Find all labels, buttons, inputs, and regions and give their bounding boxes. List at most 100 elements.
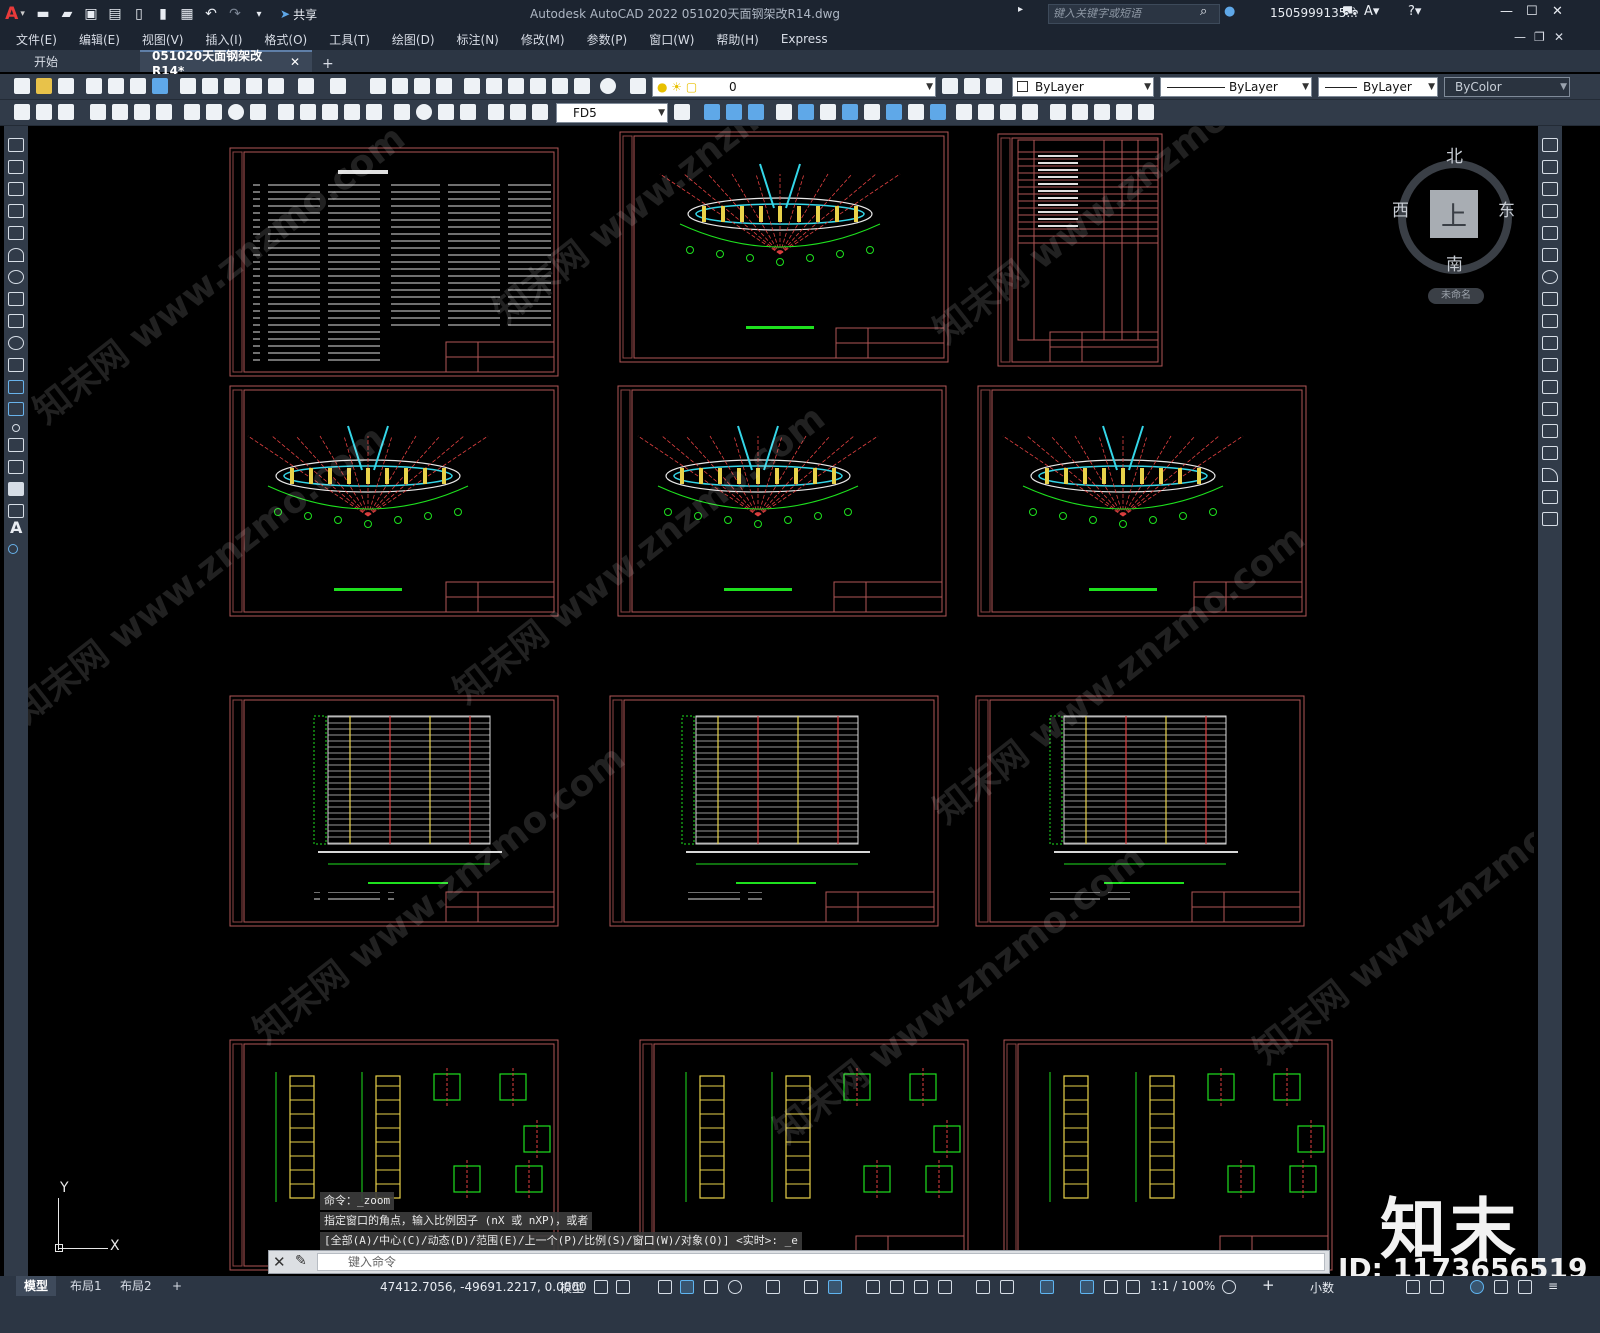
properties-icon[interactable] bbox=[464, 78, 480, 94]
linetype-dropdown[interactable]: ByLayer ▼ bbox=[1160, 77, 1312, 97]
app-menu-button[interactable]: A ▾ bbox=[0, 0, 30, 28]
command-input[interactable]: 键入命令 bbox=[317, 1253, 1325, 1271]
help-icon[interactable]: ?▾ bbox=[1408, 4, 1421, 19]
arc-length-icon[interactable] bbox=[134, 104, 150, 120]
coordinates-readout[interactable]: 47412.7056, -49691.2217, 0.0000 bbox=[380, 1280, 587, 1294]
toolbar-3d-icon[interactable] bbox=[820, 104, 836, 120]
layer-previous-icon[interactable] bbox=[964, 78, 980, 94]
ellipse-arc-icon[interactable] bbox=[8, 358, 24, 372]
arc-icon[interactable] bbox=[8, 248, 24, 262]
markup-icon[interactable] bbox=[552, 78, 568, 94]
aligned-dimension-icon[interactable] bbox=[112, 104, 128, 120]
cut-icon[interactable] bbox=[180, 78, 196, 94]
compass-south[interactable]: 南 bbox=[1446, 250, 1463, 275]
menu-modify[interactable]: 修改(M) bbox=[521, 31, 565, 48]
move-icon[interactable] bbox=[1542, 248, 1558, 262]
ordinate-dimension-icon[interactable] bbox=[156, 104, 172, 120]
clean-screen-icon[interactable] bbox=[1518, 1280, 1532, 1294]
quick-properties-icon[interactable] bbox=[1406, 1280, 1420, 1294]
workspace-gear-icon[interactable] bbox=[1222, 1280, 1236, 1294]
viewcube-top-face[interactable]: 上 bbox=[1430, 190, 1478, 238]
undo-icon[interactable]: ↶ bbox=[200, 4, 222, 24]
center-mark-icon[interactable] bbox=[416, 104, 432, 120]
zoom-previous-icon[interactable] bbox=[436, 78, 452, 94]
radius-dimension-icon[interactable] bbox=[184, 104, 200, 120]
break-icon[interactable] bbox=[1542, 402, 1558, 416]
transparency-icon[interactable] bbox=[890, 1280, 904, 1294]
qnew-icon[interactable] bbox=[14, 78, 30, 94]
construction-line-icon[interactable] bbox=[8, 160, 24, 174]
dimension-edit-icon[interactable] bbox=[488, 104, 504, 120]
layer-properties-icon[interactable] bbox=[630, 78, 646, 94]
dimension-style-icon[interactable] bbox=[674, 104, 690, 120]
menu-express[interactable]: Express bbox=[781, 32, 828, 46]
grid-icon[interactable] bbox=[594, 1280, 608, 1294]
array-icon[interactable] bbox=[1542, 226, 1558, 240]
toolbar-view-icon[interactable] bbox=[1000, 104, 1016, 120]
snap-icon[interactable] bbox=[616, 1280, 630, 1294]
spline-icon[interactable] bbox=[8, 314, 24, 328]
ellipse-icon[interactable] bbox=[8, 336, 24, 350]
region-icon[interactable] bbox=[8, 482, 24, 496]
object-snap-icon[interactable] bbox=[828, 1280, 842, 1294]
menu-insert[interactable]: 插入(I) bbox=[205, 31, 242, 48]
3d-print-icon[interactable] bbox=[152, 78, 168, 94]
close-icon[interactable]: ✕ bbox=[1552, 4, 1563, 19]
dimension-space-icon[interactable] bbox=[344, 104, 360, 120]
tool-palettes-icon[interactable] bbox=[508, 78, 524, 94]
hatch-icon[interactable] bbox=[8, 438, 24, 452]
doc-restore-icon[interactable]: ❐ bbox=[1534, 30, 1545, 44]
menu-help[interactable]: 帮助(H) bbox=[716, 31, 758, 48]
compass-east[interactable]: 东 bbox=[1498, 196, 1515, 221]
search-icon[interactable]: ⌕ bbox=[1200, 4, 1207, 19]
close-command-line-icon[interactable]: ✕ bbox=[273, 1253, 286, 1271]
menu-tools[interactable]: 工具(T) bbox=[329, 31, 370, 48]
dynamic-input-icon[interactable] bbox=[680, 1280, 694, 1294]
erase-icon[interactable] bbox=[1542, 138, 1558, 152]
toolbar-view-icon[interactable] bbox=[956, 104, 972, 120]
trim-icon[interactable] bbox=[1542, 336, 1558, 350]
quick-dimension-icon[interactable] bbox=[278, 104, 294, 120]
plot-preview-icon[interactable] bbox=[108, 78, 124, 94]
lock-ui-icon[interactable] bbox=[1430, 1280, 1444, 1294]
angular-dimension-icon[interactable] bbox=[250, 104, 266, 120]
isometric-icon[interactable] bbox=[766, 1280, 780, 1294]
user-icon[interactable]: ● bbox=[1224, 4, 1235, 19]
help-tb-icon[interactable] bbox=[600, 78, 616, 94]
hardware-acceleration-icon[interactable] bbox=[1494, 1280, 1508, 1294]
menu-window[interactable]: 窗口(W) bbox=[649, 31, 694, 48]
new-tab-icon[interactable]: + bbox=[312, 56, 344, 72]
annotation-monitor-icon[interactable]: + bbox=[1262, 1276, 1275, 1294]
redo-icon[interactable]: ↷ bbox=[224, 4, 246, 24]
publish-icon[interactable] bbox=[130, 78, 146, 94]
jogged-dimension-icon[interactable] bbox=[206, 104, 222, 120]
toolbar-view-icon[interactable] bbox=[1138, 104, 1154, 120]
linear-dimension-icon[interactable] bbox=[90, 104, 106, 120]
tab-start[interactable]: 开始 bbox=[0, 50, 140, 72]
new-file-icon[interactable]: ▬ bbox=[32, 4, 54, 24]
redo-tb-icon[interactable] bbox=[330, 78, 346, 94]
selection-cycling-icon[interactable] bbox=[914, 1280, 928, 1294]
plot-tb-icon[interactable] bbox=[86, 78, 102, 94]
dimension-update-icon[interactable] bbox=[532, 104, 548, 120]
point-icon[interactable] bbox=[12, 424, 20, 432]
plot-icon[interactable]: ▦ bbox=[176, 4, 198, 24]
toolbar-3d-icon[interactable] bbox=[930, 104, 946, 120]
share-button[interactable]: ➤ 共享 bbox=[274, 5, 323, 24]
color-dropdown[interactable]: ByLayer ▼ bbox=[1012, 77, 1154, 97]
search-input[interactable]: 键入关键字或短语 bbox=[1048, 4, 1220, 24]
insert-block-icon[interactable] bbox=[8, 380, 24, 394]
copy-object-icon[interactable] bbox=[1542, 160, 1558, 174]
object-snap-tracking-icon[interactable] bbox=[804, 1280, 818, 1294]
baseline-dimension-icon[interactable] bbox=[300, 104, 316, 120]
tab-close-icon[interactable]: ✕ bbox=[290, 55, 300, 69]
line-icon[interactable] bbox=[8, 138, 24, 152]
toolbar-3d-icon[interactable] bbox=[726, 104, 742, 120]
gizmo-icon[interactable] bbox=[1040, 1280, 1054, 1294]
customization-icon[interactable]: ≡ bbox=[1548, 1279, 1558, 1293]
offset-icon[interactable] bbox=[1542, 204, 1558, 218]
menu-file[interactable]: 文件(E) bbox=[16, 31, 57, 48]
dynamic-ucs-icon[interactable] bbox=[976, 1280, 990, 1294]
toolbar-3d-icon[interactable] bbox=[776, 104, 792, 120]
toolbar-view-icon[interactable] bbox=[978, 104, 994, 120]
